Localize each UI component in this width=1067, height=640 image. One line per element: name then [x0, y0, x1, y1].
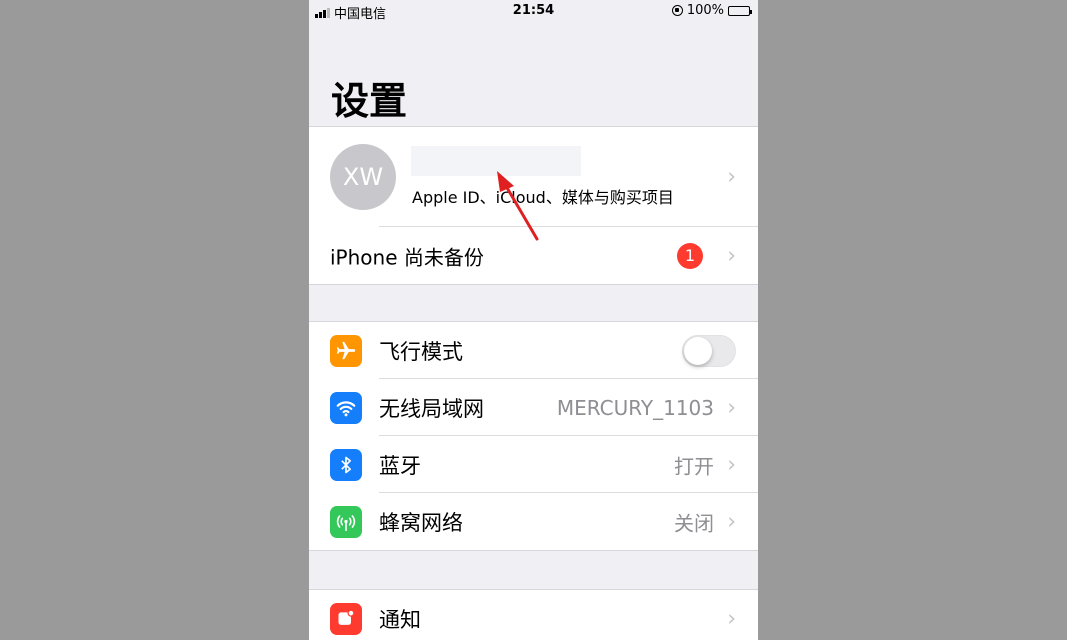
connectivity-group: 飞行模式 无线局域网 MERCURY_1103 › 蓝牙 打开 › 蜂窝网络 关…	[309, 321, 758, 551]
airplane-mode-toggle[interactable]	[682, 334, 736, 367]
notifications-label: 通知	[379, 607, 421, 632]
backup-row[interactable]: iPhone 尚未备份 1 ›	[309, 227, 758, 284]
cellular-label: 蜂窝网络	[379, 510, 463, 535]
chevron-right-icon: ›	[727, 164, 736, 190]
battery-icon	[728, 5, 752, 16]
profile-group: XW Apple ID、iCloud、媒体与购买项目 › iPhone 尚未备份…	[309, 126, 758, 285]
airplane-icon	[330, 334, 362, 367]
airplane-mode-row[interactable]: 飞行模式	[309, 322, 758, 379]
notifications-group: 通知 ›	[309, 589, 758, 640]
bluetooth-icon	[330, 448, 362, 481]
bluetooth-label: 蓝牙	[379, 453, 421, 478]
chevron-right-icon: ›	[727, 509, 736, 534]
status-bar: 中国电信 21:54 100%	[309, 0, 758, 22]
bluetooth-row[interactable]: 蓝牙 打开 ›	[309, 436, 758, 493]
page-title: 设置	[331, 79, 408, 123]
backup-badge: 1	[677, 242, 703, 269]
apple-id-subtitle: Apple ID、iCloud、媒体与购买项目	[412, 188, 674, 207]
cellular-row[interactable]: 蜂窝网络 关闭 ›	[309, 493, 758, 550]
backup-label: iPhone 尚未备份	[330, 245, 484, 269]
wifi-row[interactable]: 无线局域网 MERCURY_1103 ›	[309, 379, 758, 436]
notifications-row[interactable]: 通知 ›	[309, 590, 758, 640]
bluetooth-value: 打开	[674, 454, 714, 478]
notification-icon	[330, 602, 362, 635]
cellular-icon	[330, 505, 362, 538]
chevron-right-icon: ›	[727, 606, 736, 631]
cellular-value: 关闭	[674, 511, 714, 535]
phone-screen: 中国电信 21:54 100% 设置 XW Apple ID、iCloud、媒体…	[309, 0, 758, 640]
airplane-mode-label: 飞行模式	[379, 339, 463, 364]
chevron-right-icon: ›	[727, 395, 736, 420]
wifi-label: 无线局域网	[379, 396, 484, 421]
rotation-lock-icon	[671, 5, 683, 16]
apple-id-row[interactable]: XW Apple ID、iCloud、媒体与购买项目 ›	[309, 127, 758, 227]
avatar: XW	[330, 144, 396, 210]
chevron-right-icon: ›	[727, 452, 736, 477]
chevron-right-icon: ›	[727, 243, 736, 268]
wifi-value: MERCURY_1103	[556, 395, 714, 420]
wifi-icon	[330, 391, 362, 424]
battery-percent: 100%	[686, 3, 724, 18]
account-name-redacted	[411, 146, 581, 176]
